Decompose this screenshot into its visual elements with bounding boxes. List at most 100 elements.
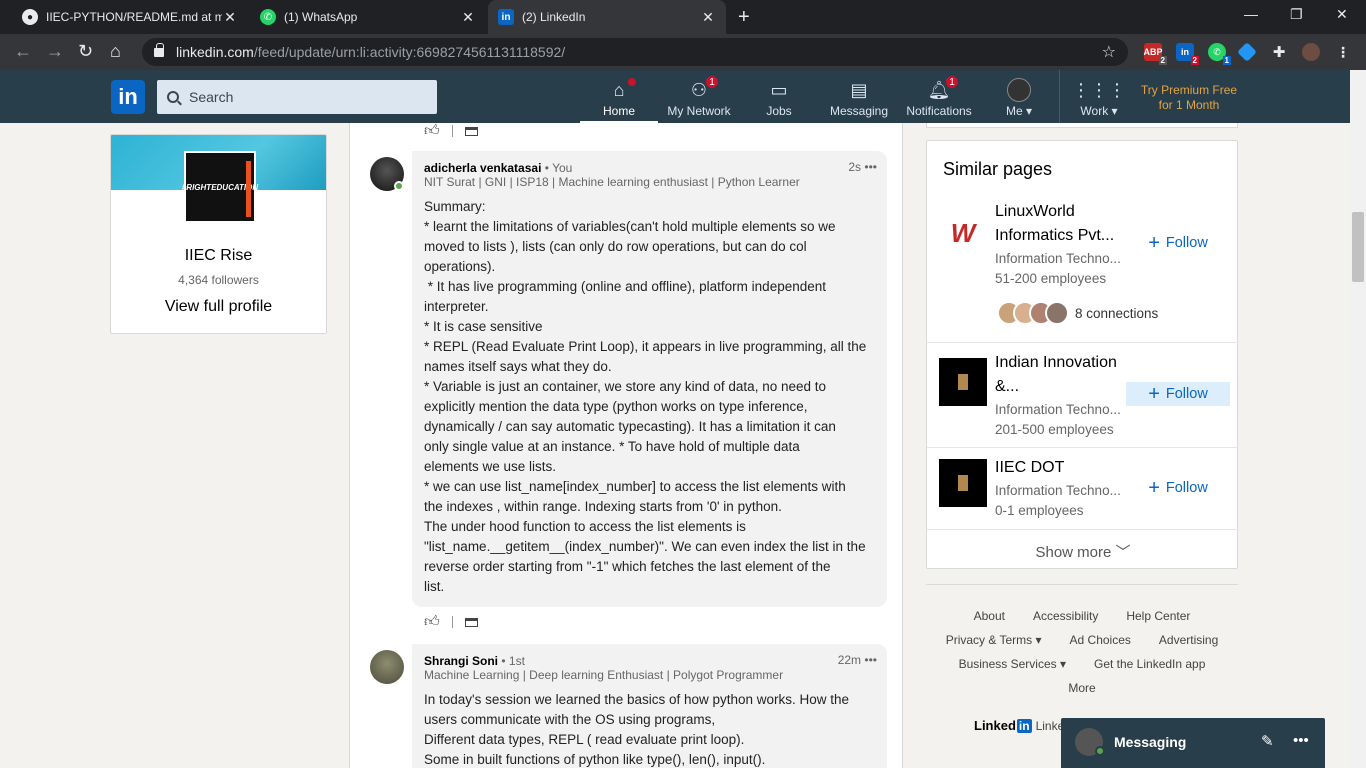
like-icon[interactable]: 👍︎ (424, 613, 440, 631)
nav-label: Me ▾ (1005, 104, 1033, 118)
page-size: 201-500 employees (995, 422, 1114, 437)
search-input[interactable]: Search (157, 80, 437, 114)
extensions-puzzle-icon[interactable]: ✚ (1270, 43, 1288, 61)
home-icon: ⌂ (607, 77, 637, 101)
footer-link-ad-choices[interactable]: Ad Choices (1070, 633, 1131, 647)
connections-link[interactable]: 8 connections (997, 301, 1158, 325)
footer-link-about[interactable]: About (974, 609, 1005, 623)
url-bar[interactable]: linkedin.com/feed/update/urn:li:activity… (142, 38, 1128, 66)
view-full-profile-link[interactable]: View full profile (111, 298, 326, 316)
nav-label: Home (602, 104, 635, 118)
page-name[interactable]: IIEC DOT (995, 456, 1130, 480)
footer-link-get-app[interactable]: Get the LinkedIn app (1094, 657, 1205, 671)
page-scrollbar[interactable] (1350, 70, 1366, 768)
minimize-icon[interactable]: — (1244, 6, 1258, 22)
show-more-button[interactable]: Show more ﹀ (927, 541, 1239, 562)
footer-link-privacy-terms[interactable]: Privacy & Terms ▾ (946, 633, 1042, 647)
footer-link-advertising[interactable]: Advertising (1159, 633, 1218, 647)
adblock-extension-icon[interactable]: ABP 2 (1144, 43, 1167, 65)
footer-link-accessibility[interactable]: Accessibility (1033, 609, 1098, 623)
commenter-name[interactable]: adicherla venkatasai • You (424, 161, 572, 175)
nav-notifications[interactable]: 🔔︎ 1 Notifications (900, 70, 978, 123)
whatsapp-icon: ✆ (260, 9, 276, 25)
plus-icon: + (1148, 383, 1160, 405)
notification-badge: 1 (705, 75, 719, 89)
more-options-icon[interactable]: ••• (864, 160, 877, 174)
messaging-label: Messaging (1114, 734, 1187, 750)
back-icon[interactable]: ← (14, 41, 32, 62)
indian-innovation-logo[interactable] (939, 358, 987, 406)
follow-button[interactable]: + Follow (1126, 382, 1230, 406)
people-icon: ⚇ 1 (687, 75, 719, 101)
company-logo[interactable]: #RIGHTEDUCATION (182, 151, 258, 223)
footer-link-business-services[interactable]: Business Services ▾ (959, 657, 1066, 671)
try-premium-link[interactable]: Try Premium Free for 1 Month (1136, 83, 1242, 113)
browser-tab-strip: ● IIEC-PYTHON/README.md at ma ✕ ✆ (1) Wh… (0, 0, 1366, 34)
company-name[interactable]: IIEC Rise (111, 247, 326, 265)
tab-whatsapp[interactable]: ✆ (1) WhatsApp ✕ (250, 0, 486, 34)
iiec-dot-logo[interactable] (939, 459, 987, 507)
close-tab-icon[interactable]: ✕ (222, 9, 238, 26)
chrome-menu-icon[interactable]: ⋮ (1334, 43, 1352, 61)
comment-text: In today's session we learned the basics… (424, 692, 850, 767)
reload-icon[interactable]: ↻ (78, 41, 93, 62)
commenter-name[interactable]: Shrangi Soni • 1st (424, 654, 525, 668)
url-path: /feed/update/urn:li:activity:66982745611… (253, 44, 566, 60)
avatar[interactable] (370, 650, 404, 684)
tab-github[interactable]: ● IIEC-PYTHON/README.md at ma ✕ (12, 0, 248, 34)
linkedin-logo[interactable]: in (111, 80, 145, 114)
comment-actions: 👍︎ (424, 123, 478, 140)
avatar (1045, 301, 1069, 325)
divider (927, 342, 1239, 343)
url-host: linkedin.com (176, 44, 254, 60)
more-options-icon[interactable]: ••• (864, 653, 877, 667)
more-options-icon[interactable]: ••• (1293, 732, 1309, 749)
forward-icon[interactable]: → (46, 41, 64, 62)
tab-linkedin[interactable]: in (2) LinkedIn ✕ (488, 0, 726, 34)
me-avatar (1007, 78, 1031, 102)
bookmark-star-icon[interactable]: ☆ (1102, 42, 1116, 62)
company-profile-card: #RIGHTEDUCATION IIEC Rise 4,364 follower… (110, 134, 327, 334)
nav-jobs[interactable]: ▭ Jobs (740, 70, 818, 123)
profile-avatar-icon[interactable] (1302, 43, 1320, 61)
diamond-extension-icon[interactable] (1237, 42, 1257, 62)
close-tab-icon[interactable]: ✕ (700, 9, 716, 26)
restore-icon[interactable]: ❐ (1290, 6, 1303, 23)
follower-count: 4,364 followers (178, 273, 259, 287)
messaging-overlay-bar[interactable]: Messaging ✎ ••• (1061, 718, 1325, 768)
follow-button[interactable]: + Follow (1126, 231, 1230, 255)
search-icon (167, 91, 179, 103)
similar-pages-title: Similar pages (943, 159, 1053, 179)
reply-icon[interactable] (464, 126, 478, 136)
nav-my-network[interactable]: ⚇ 1 My Network (660, 70, 738, 123)
linuxworld-logo[interactable]: W (939, 209, 987, 257)
linkedin-wordmark: Linked in Linke (974, 718, 1065, 733)
whatsapp-extension-icon[interactable]: ✆ 1 (1208, 43, 1231, 65)
notification-badge: 1 (945, 75, 959, 89)
home-icon[interactable]: ⌂ (110, 41, 121, 62)
scrollbar-thumb[interactable] (1352, 212, 1364, 282)
footer-link-more[interactable]: More (1068, 681, 1095, 695)
new-tab-button[interactable]: + (738, 6, 750, 29)
page-name[interactable]: Indian Innovation &... (995, 351, 1130, 399)
nav-work[interactable]: ⋮⋮⋮ Work ▾ (1062, 70, 1136, 123)
page-name[interactable]: LinuxWorld Informatics Pvt... (995, 200, 1130, 248)
linkedin-extension-icon[interactable]: in 2 (1176, 43, 1199, 65)
follow-button[interactable]: + Follow (1126, 476, 1230, 500)
reply-icon[interactable] (464, 617, 478, 627)
compose-icon[interactable]: ✎ (1261, 732, 1274, 750)
comment-time: 22m ••• (837, 653, 877, 667)
close-tab-icon[interactable]: ✕ (460, 9, 476, 26)
similar-page-item: Indian Innovation &... Information Techno… (927, 348, 1239, 448)
nav-home[interactable]: ⌂ Home (580, 70, 658, 123)
like-icon[interactable]: 👍︎ (424, 123, 440, 140)
online-status-dot (394, 181, 404, 191)
close-window-icon[interactable]: ✕ (1336, 6, 1348, 23)
page-industry: Information Techno... (995, 402, 1121, 417)
linkedin-icon: in (498, 9, 514, 25)
nav-me[interactable]: Me ▾ (982, 70, 1056, 123)
comment-bubble: adicherla venkatasai • You NIT Surat | G… (412, 151, 887, 607)
header-divider (1059, 70, 1060, 123)
footer-link-help-center[interactable]: Help Center (1126, 609, 1190, 623)
nav-messaging[interactable]: ▤ Messaging (820, 70, 898, 123)
